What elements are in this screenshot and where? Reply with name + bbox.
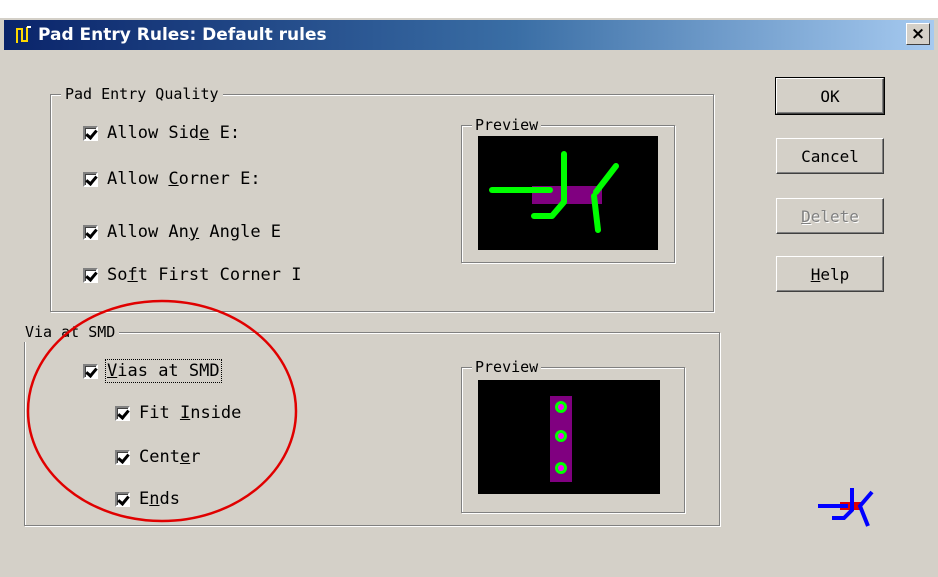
corner-entry-trace: [531, 151, 567, 219]
ends-checkbox[interactable]: Ends: [115, 487, 305, 511]
checkbox-box[interactable]: [83, 125, 98, 141]
close-button[interactable]: ×: [906, 23, 930, 45]
pad-entry-rules-dialog: Pad Entry Rules: Default rules × Pad Ent…: [0, 18, 938, 577]
title-bar: Pad Entry Rules: Default rules ×: [4, 20, 934, 50]
background-text-fragment: [0, 0, 938, 20]
angle-entry-trace: [593, 163, 619, 195]
cancel-button[interactable]: Cancel: [776, 138, 884, 174]
via-illustration: [550, 396, 572, 482]
pad-entry-quality-group: Pad Entry Quality Allow Side E: Allow Co…: [50, 84, 714, 312]
option-label: Fit Inside: [139, 403, 242, 423]
pad-entry-icon: [818, 488, 874, 527]
group-legend: Via at SMD: [21, 322, 120, 342]
soft-first-corner-checkbox[interactable]: Soft First Corner I: [83, 263, 337, 287]
routing-icon: [16, 26, 31, 43]
option-label: Ends: [139, 489, 180, 509]
checkbox-box[interactable]: [115, 491, 130, 507]
checkbox-box[interactable]: [83, 171, 98, 187]
option-label: Allow Any Angle E: [107, 222, 282, 242]
ok-button[interactable]: OK: [775, 77, 885, 115]
checkbox-box[interactable]: [83, 224, 98, 240]
center-checkbox[interactable]: Center: [115, 445, 305, 469]
delete-button[interactable]: Delete: [776, 198, 884, 234]
preview-canvas: [478, 136, 658, 250]
checkbox-box[interactable]: [115, 449, 130, 465]
checkbox-box[interactable]: [83, 363, 98, 379]
group-legend: Pad Entry Quality: [61, 84, 223, 104]
preview-label: Preview: [472, 357, 542, 377]
option-label: Center: [139, 447, 201, 467]
preview-canvas: [478, 380, 660, 494]
allow-any-angle-entry-checkbox[interactable]: Allow Any Angle E: [83, 220, 333, 244]
checkbox-box[interactable]: [83, 267, 98, 283]
dialog-title: Pad Entry Rules: Default rules: [38, 25, 327, 45]
soft-corner-trace: [591, 193, 601, 233]
via-at-smd-preview: Preview: [461, 357, 685, 513]
pad-entry-preview: Preview: [461, 115, 675, 263]
help-button[interactable]: Help: [776, 256, 884, 292]
option-label: Soft First Corner I: [107, 265, 302, 285]
fit-inside-checkbox[interactable]: Fit Inside: [115, 401, 305, 425]
via-at-smd-group: Via at SMD Vias at SMD Fit Inside Center…: [21, 322, 720, 526]
option-label: Vias at SMD: [105, 359, 222, 383]
pad-entry-illustration: [489, 151, 619, 233]
option-label: Allow Corner E:: [107, 169, 261, 189]
preview-label: Preview: [472, 115, 542, 135]
vias-at-smd-checkbox[interactable]: Vias at SMD: [83, 359, 273, 383]
allow-corner-entry-checkbox[interactable]: Allow Corner E:: [83, 167, 333, 191]
allow-side-entry-checkbox[interactable]: Allow Side E:: [83, 121, 333, 145]
checkbox-box[interactable]: [115, 405, 130, 421]
option-label: Allow Side E:: [107, 123, 241, 143]
